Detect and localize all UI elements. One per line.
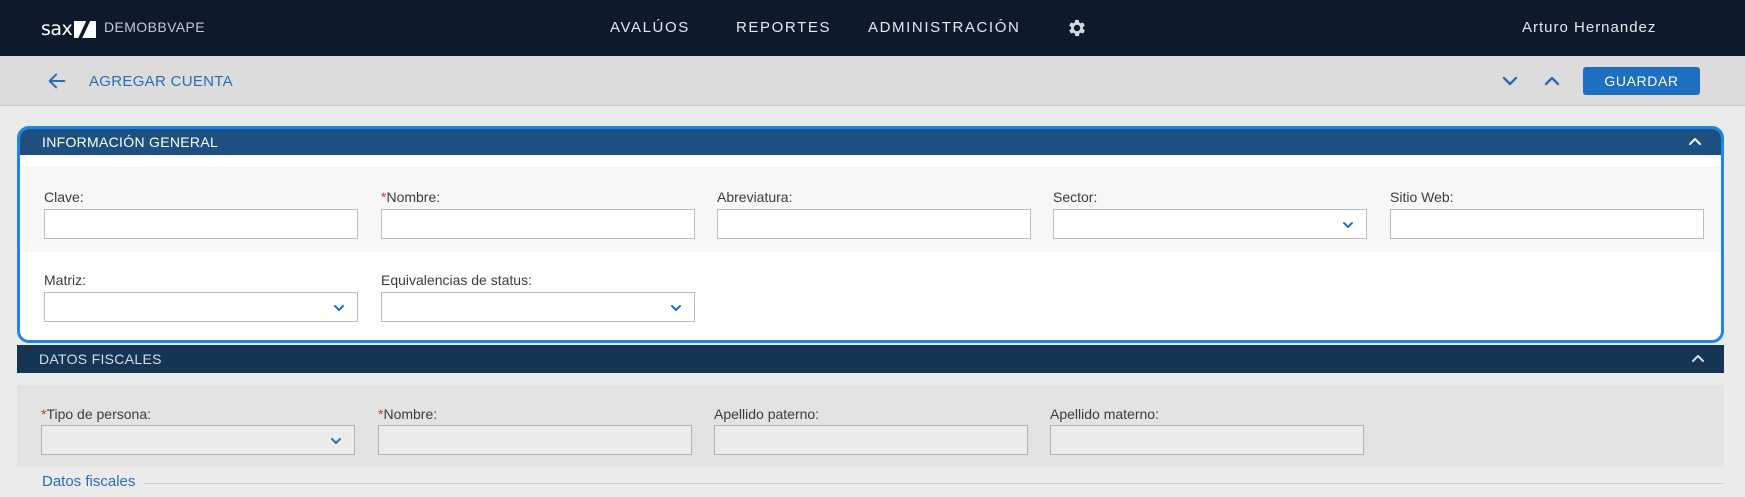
chevron-up-icon[interactable] [1690, 351, 1706, 367]
apellido-materno-field[interactable] [1050, 425, 1364, 455]
tipo-persona-select[interactable] [41, 425, 355, 455]
abreviatura-field[interactable] [717, 209, 1031, 239]
logo-mark-icon [74, 20, 97, 38]
clave-field[interactable] [44, 209, 358, 239]
apellido-paterno-field[interactable] [714, 425, 1028, 455]
apellido-materno-label: Apellido materno: [1050, 406, 1159, 422]
top-navbar: sax DEMOBBVAPE AVALÚOS REPORTES ADMINIST… [0, 0, 1745, 56]
matriz-label: Matriz: [44, 272, 86, 288]
fiscal-nombre-label: *Nombre: [378, 406, 437, 422]
equivalencias-select[interactable] [381, 292, 695, 322]
section-title: DATOS FISCALES [39, 351, 162, 367]
save-button[interactable]: GUARDAR [1583, 67, 1700, 95]
logo-text: sax [41, 18, 73, 40]
gear-icon[interactable] [1066, 17, 1088, 39]
page-toolbar: AGREGAR CUENTA GUARDAR [0, 56, 1745, 106]
nombre-label: *Nombre: [381, 189, 440, 205]
fiscal-section-header[interactable]: DATOS FISCALES [17, 345, 1724, 373]
equivalencias-label: Equivalencias de status: [381, 272, 532, 288]
clave-label: Clave: [44, 189, 84, 205]
datos-fiscales-subsection-link[interactable]: Datos fiscales [42, 473, 135, 490]
chevron-down-icon [334, 305, 344, 312]
tipo-persona-label: *Tipo de persona: [41, 406, 151, 422]
nav-item-avaluos[interactable]: AVALÚOS [610, 19, 690, 36]
sitio-web-label: Sitio Web: [1390, 189, 1454, 205]
chevron-down-icon[interactable] [1498, 69, 1522, 93]
sector-label: Sector: [1053, 189, 1098, 205]
tipo-persona-label-text: Tipo de persona: [46, 406, 152, 422]
chevron-down-icon [1343, 222, 1353, 229]
organization-name: DEMOBBVAPE [104, 19, 205, 35]
sitio-web-field[interactable] [1390, 209, 1704, 239]
section-header[interactable]: INFORMACIÓN GENERAL [20, 129, 1721, 155]
arrow-left-icon[interactable] [46, 70, 68, 92]
general-info-section: INFORMACIÓN GENERAL Clave: *Nombre: Abre… [17, 126, 1724, 343]
section-spacer [17, 467, 1724, 497]
page-title: AGREGAR CUENTA [89, 73, 233, 90]
subsection-divider [144, 483, 1724, 484]
section-title: INFORMACIÓN GENERAL [42, 134, 219, 150]
nav-item-administracion[interactable]: ADMINISTRACIÓN [868, 19, 1020, 36]
user-menu[interactable]: Arturo Hernandez [1522, 19, 1656, 36]
apellido-paterno-label: Apellido paterno: [714, 406, 820, 422]
fiscal-nombre-field[interactable] [378, 425, 692, 455]
matriz-select[interactable] [44, 292, 358, 322]
app-logo[interactable]: sax [41, 18, 97, 40]
chevron-up-icon[interactable] [1540, 69, 1564, 93]
abreviatura-label: Abreviatura: [717, 189, 793, 205]
nombre-label-text: Nombre: [386, 189, 441, 205]
sector-select[interactable] [1053, 209, 1367, 239]
chevron-down-icon [331, 438, 341, 445]
chevron-up-icon[interactable] [1687, 134, 1703, 150]
nombre-field[interactable] [381, 209, 695, 239]
nav-item-reportes[interactable]: REPORTES [736, 19, 831, 36]
fiscal-section-body: *Tipo de persona: *Nombre: Apellido pate… [17, 385, 1724, 467]
chevron-down-icon [671, 305, 681, 312]
fiscal-nombre-label-text: Nombre: [383, 406, 438, 422]
